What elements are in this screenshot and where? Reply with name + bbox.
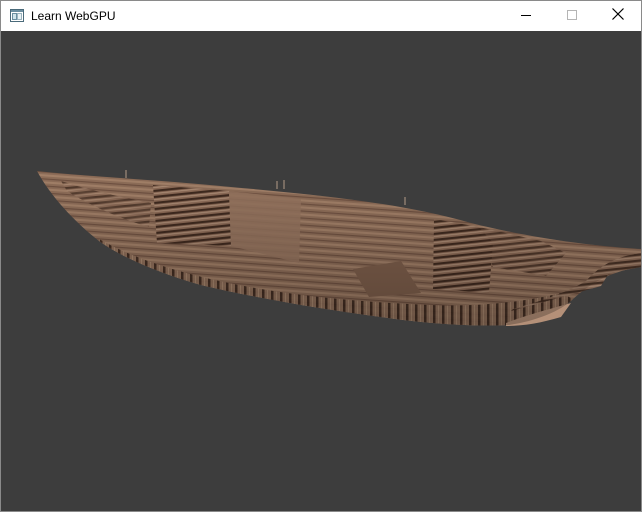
close-button[interactable] — [595, 1, 641, 31]
close-icon — [612, 7, 624, 25]
window-title: Learn WebGPU — [31, 9, 116, 23]
render-viewport[interactable] — [1, 31, 641, 511]
maximize-button[interactable] — [549, 1, 595, 31]
app-icon — [10, 9, 24, 22]
title-bar[interactable]: Learn WebGPU — [1, 1, 641, 31]
boat-hull — [37, 170, 641, 326]
minimize-icon — [521, 7, 531, 25]
maximize-icon — [567, 7, 577, 25]
minimize-button[interactable] — [503, 1, 549, 31]
boat-model — [37, 170, 641, 326]
app-window: Learn WebGPU — [0, 0, 642, 512]
